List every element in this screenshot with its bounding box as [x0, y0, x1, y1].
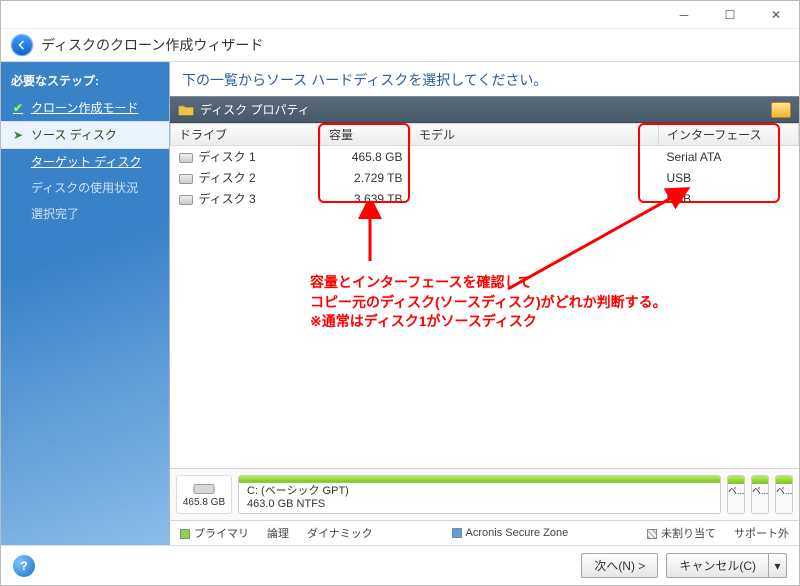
table-row[interactable]: ディスク 1 465.8 GB Serial ATA — [171, 146, 799, 168]
viz-partition-stub[interactable]: ベ... — [727, 475, 745, 514]
viz-total-size: 465.8 GB — [183, 497, 225, 508]
partition-label: C: (ベーシック GPT) 463.0 GB NTFS — [239, 483, 720, 513]
sidebar-step-finish: 選択完了 — [1, 201, 169, 227]
viz-partition-stub[interactable]: ベ... — [775, 475, 793, 514]
col-drive[interactable]: ドライブ — [171, 124, 321, 146]
sidebar-step-target-disk[interactable]: ターゲット ディスク — [1, 149, 169, 175]
minimize-button[interactable]: ─ — [661, 1, 707, 28]
legend-unallocated: 未割り当て — [647, 525, 716, 541]
disk-icon — [179, 153, 193, 163]
legend-unsupported: サポート外 — [734, 525, 789, 541]
partition-bar — [239, 476, 720, 483]
footer: ? 次へ(N) > キャンセル(C) ▾ — [1, 545, 799, 585]
next-button[interactable]: 次へ(N) > — [581, 553, 658, 578]
table-row[interactable]: ディスク 2 2.729 TB USB — [171, 167, 799, 188]
cancel-dropdown[interactable]: ▾ — [769, 553, 787, 578]
col-capacity[interactable]: 容量 — [321, 124, 411, 146]
arrow-left-icon — [16, 39, 28, 51]
properties-icon[interactable] — [771, 102, 791, 118]
panel-title-bar: ディスク プロパティ — [170, 96, 799, 123]
partition-visualizer: 465.8 GB C: (ベーシック GPT) 463.0 GB NTFS ベ.… — [170, 468, 799, 520]
panel-title-text: ディスク プロパティ — [200, 101, 310, 118]
disk-icon — [179, 195, 193, 205]
viz-partition-c[interactable]: C: (ベーシック GPT) 463.0 GB NTFS — [238, 475, 721, 514]
cancel-button-group: キャンセル(C) ▾ — [666, 553, 787, 578]
folder-icon — [178, 103, 194, 117]
sidebar-step-source-disk[interactable]: ソース ディスク — [1, 121, 169, 149]
col-interface[interactable]: インターフェース — [659, 124, 799, 146]
legend-logical: 論理 — [267, 525, 289, 541]
disk-table: ドライブ 容量 モデル インターフェース ディスク 1 465.8 GB Ser… — [170, 123, 799, 209]
instruction-text: 下の一覧からソース ハードディスクを選択してください。 — [170, 62, 799, 96]
viz-partition-stub[interactable]: ベ... — [751, 475, 769, 514]
legend-acronis: Acronis Secure Zone — [452, 527, 569, 539]
cancel-button[interactable]: キャンセル(C) — [666, 553, 769, 578]
sidebar-heading: 必要なステップ: — [1, 68, 169, 95]
main: 下の一覧からソース ハードディスクを選択してください。 ディスク プロパティ ド… — [169, 62, 799, 545]
table-header-row: ドライブ 容量 モデル インターフェース — [171, 124, 799, 146]
back-button[interactable] — [11, 34, 33, 56]
legend-primary: プライマリ — [180, 525, 249, 541]
body: 必要なステップ: クローン作成モード ソース ディスク ターゲット ディスク デ… — [1, 62, 799, 545]
legend-dynamic: ダイナミック — [307, 525, 373, 541]
maximize-button[interactable]: ☐ — [707, 1, 753, 28]
annotation-text: 容量とインターフェースを確認して コピー元のディスク(ソースディスク)がどれか判… — [310, 273, 667, 332]
col-model[interactable]: モデル — [411, 124, 659, 146]
header: ディスクのクローン作成ウィザード — [1, 29, 799, 61]
table-row[interactable]: ディスク 3 3.639 TB USB — [171, 188, 799, 209]
window-title: ディスクのクローン作成ウィザード — [41, 35, 263, 55]
viz-disk-block[interactable]: 465.8 GB — [176, 475, 232, 514]
wizard-window: ─ ☐ ✕ ディスクのクローン作成ウィザード 必要なステップ: クローン作成モー… — [0, 0, 800, 586]
help-button[interactable]: ? — [13, 555, 35, 577]
titlebar: ─ ☐ ✕ — [1, 1, 799, 29]
disk-table-wrap: ドライブ 容量 モデル インターフェース ディスク 1 465.8 GB Ser… — [170, 123, 799, 468]
sidebar: 必要なステップ: クローン作成モード ソース ディスク ターゲット ディスク デ… — [1, 62, 169, 545]
sidebar-step-clone-mode[interactable]: クローン作成モード — [1, 95, 169, 121]
harddisk-icon — [193, 481, 215, 497]
legend: プライマリ 論理 ダイナミック Acronis Secure Zone 未割り当… — [170, 520, 799, 545]
disk-icon — [179, 174, 193, 184]
sidebar-step-disk-usage: ディスクの使用状況 — [1, 175, 169, 201]
annotation-arrow-capacity — [355, 203, 385, 263]
close-button[interactable]: ✕ — [753, 1, 799, 28]
